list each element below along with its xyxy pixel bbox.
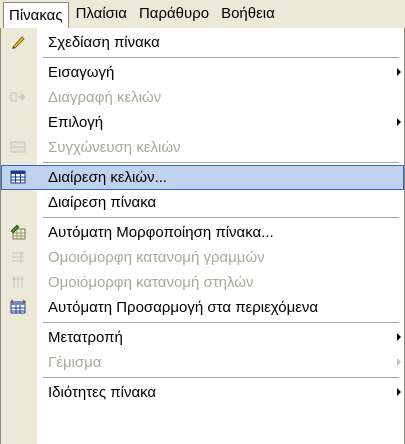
menu-item-label: Μετατροπή [48,329,123,346]
menu-item-distribute-columns[interactable]: Ομοιόμορφη κατανομή στηλών [1,270,404,295]
menu-item-table-autoformat[interactable]: Αυτόματη Μορφοποίηση πίνακα... [1,220,404,245]
menu-item-split-table[interactable]: Διαίρεση πίνακα [1,190,404,215]
menu-item-label: Ομοιόμορφη κατανομή γραμμών [48,249,265,266]
distribute-rows-icon [12,251,24,263]
submenu-arrow-icon [397,358,401,366]
delete-cells-icon [10,92,26,102]
menu-separator [43,377,399,378]
menubar-frames[interactable]: Πλαίσια [71,2,132,26]
menu-item-merge-cells[interactable]: Συγχώνευση κελιών [1,135,404,160]
menu-item-fill[interactable]: Γέμισμα [1,350,404,375]
menu-item-label: Ομοιόμορφη κατανομή στηλών [48,274,254,291]
menu-item-autofit-contents[interactable]: Αυτόματη Προσαρμογή στα περιεχόμενα [1,295,404,320]
autoformat-icon [10,224,26,240]
menu-item-label: Αυτόματη Μορφοποίηση πίνακα... [48,224,274,241]
menu-item-draw-table[interactable]: Σχεδίαση πίνακα [1,30,404,55]
menu-item-distribute-rows[interactable]: Ομοιόμορφη κατανομή γραμμών [1,245,404,270]
submenu-arrow-icon [397,333,401,341]
menu-item-insert[interactable]: Εισαγωγή [1,60,404,85]
menu-item-select[interactable]: Επιλογή [1,110,404,135]
menu-item-label: Αυτόματη Προσαρμογή στα περιεχόμενα [48,299,319,316]
merge-cells-icon [10,141,26,153]
menu-item-label: Επιλογή [48,114,104,131]
menu-item-split-cells[interactable]: Διαίρεση κελιών... [1,165,404,190]
menu-separator [43,57,399,58]
menu-separator [43,322,399,323]
menubar-help[interactable]: Βοήθεια [216,2,280,26]
table-dropdown-menu: Σχεδίαση πίνακα Εισαγωγή Διαγραφή κελιών… [0,28,405,444]
menu-item-label: Διαγραφή κελιών [48,89,162,106]
menu-item-label: Διαίρεση κελιών... [48,169,168,186]
menubar-table[interactable]: Πίνακας [3,1,69,30]
split-cells-icon [10,170,26,184]
autofit-icon [10,299,26,314]
menu-item-table-properties[interactable]: Ιδιότητες πίνακα [1,380,404,405]
menu-item-label: Γέμισμα [48,354,102,371]
submenu-arrow-icon [397,388,401,396]
pencil-icon [12,36,25,49]
menu-item-label: Συγχώνευση κελιών [48,139,181,156]
menu-separator [43,162,399,163]
distribute-columns-icon [12,276,24,288]
menu-item-label: Ιδιότητες πίνακα [48,384,157,401]
menu-bar: Πίνακας Πλαίσια Παράθυρο Βοήθεια [0,0,405,30]
menu-item-convert[interactable]: Μετατροπή [1,325,404,350]
menu-separator [43,217,399,218]
menubar-window[interactable]: Παράθυρο [134,2,214,26]
menu-item-delete-cells[interactable]: Διαγραφή κελιών [1,85,404,110]
menu-item-label: Εισαγωγή [48,64,115,81]
submenu-arrow-icon [397,68,401,76]
menu-item-label: Διαίρεση πίνακα [48,194,157,211]
menu-item-label: Σχεδίαση πίνακα [48,34,160,51]
submenu-arrow-icon [397,118,401,126]
